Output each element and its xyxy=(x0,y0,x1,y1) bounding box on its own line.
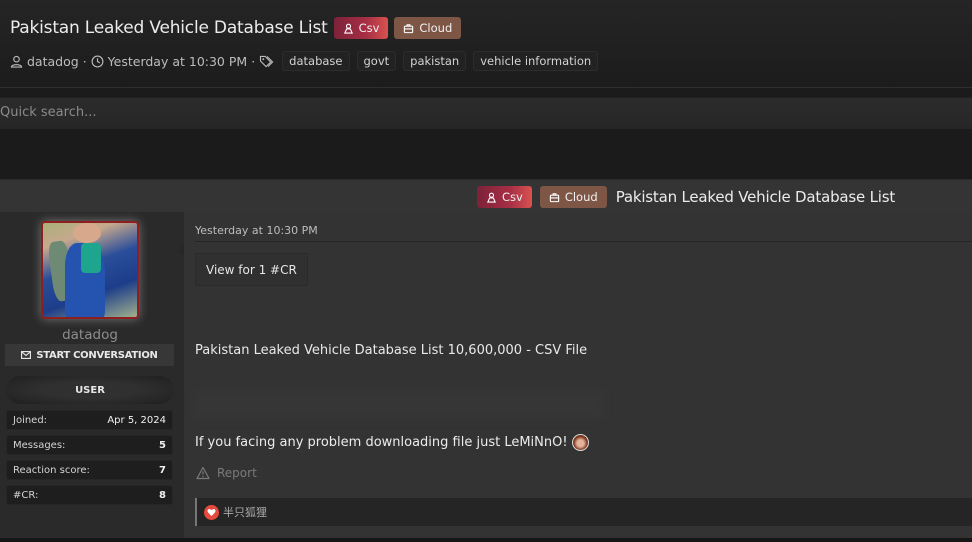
post-label-csv-text: Csv xyxy=(502,190,523,204)
post-label-csv[interactable]: Csv xyxy=(477,186,532,208)
footer-divider xyxy=(0,538,972,542)
briefcase-icon xyxy=(404,23,414,33)
clock-icon xyxy=(91,55,104,67)
label-cloud-text: Cloud xyxy=(419,21,453,35)
stat-reaction-score: Reaction score: 7 xyxy=(6,460,173,480)
tag-database[interactable]: database xyxy=(282,51,350,71)
post-label-cloud[interactable]: Cloud xyxy=(539,186,607,208)
username[interactable]: datadog xyxy=(0,327,180,343)
stat-joined: Joined: Apr 5, 2024 xyxy=(6,410,173,430)
stat-value[interactable]: 5 xyxy=(159,440,166,451)
divider xyxy=(195,241,972,242)
user-info-panel: datadog START CONVERSATION USER Joined: … xyxy=(0,212,184,538)
start-conversation-button[interactable]: START CONVERSATION xyxy=(5,344,174,366)
tag-vehicle-information[interactable]: vehicle information xyxy=(473,51,599,71)
heart-icon xyxy=(204,504,219,520)
tags-icon xyxy=(260,55,274,67)
report-link[interactable]: Report xyxy=(196,466,257,480)
warning-icon xyxy=(196,466,210,480)
quick-search-bar xyxy=(0,97,972,129)
post-text-line: Pakistan Leaked Vehicle Database List 10… xyxy=(195,343,588,358)
envelope-icon xyxy=(21,351,32,359)
thread-title-row: Pakistan Leaked Vehicle Database List Cs… xyxy=(10,17,462,39)
quick-search-input[interactable] xyxy=(0,98,972,129)
stat-value: 8 xyxy=(159,489,166,501)
label-cloud[interactable]: Cloud xyxy=(394,17,462,39)
stat-label: Messages: xyxy=(13,439,66,451)
user-title-badge: USER xyxy=(6,376,174,404)
stat-cr: #CR: 8 xyxy=(6,485,173,505)
stat-label: Joined: xyxy=(13,414,48,426)
user-secret-icon xyxy=(343,23,353,34)
briefcase-icon xyxy=(549,192,560,202)
post-header: Csv Cloud Pakistan Leaked Vehicle Databa… xyxy=(0,179,972,212)
view-for-cr-button[interactable]: View for 1 #CR xyxy=(195,253,308,286)
user-secret-icon xyxy=(486,192,497,203)
label-csv-text: Csv xyxy=(358,21,380,35)
separator: · xyxy=(82,53,87,69)
message-body: Yesterday at 10:30 PM View for 1 #CR Pak… xyxy=(178,212,972,538)
start-conversation-label: START CONVERSATION xyxy=(36,349,158,361)
smilie-icon xyxy=(571,434,589,451)
report-label: Report xyxy=(217,466,257,480)
post-date[interactable]: Yesterday at 10:30 PM xyxy=(195,224,318,237)
post-text-line: If you facing any problem downloading fi… xyxy=(195,434,589,451)
thread-title: Pakistan Leaked Vehicle Database List xyxy=(10,18,328,38)
stat-messages: Messages: 5 xyxy=(6,435,173,455)
post-title: Pakistan Leaked Vehicle Database List xyxy=(615,188,896,206)
tag-govt[interactable]: govt xyxy=(356,51,397,71)
label-csv[interactable]: Csv xyxy=(333,17,389,39)
message-arrow xyxy=(178,245,184,257)
stat-label: #CR: xyxy=(13,489,39,501)
reactions-bar[interactable]: 半只狐狸 xyxy=(195,498,972,526)
stat-value: 7 xyxy=(159,464,166,476)
user-icon xyxy=(10,55,23,68)
thread-author[interactable]: datadog xyxy=(27,54,79,69)
tag-pakistan[interactable]: pakistan xyxy=(403,51,467,71)
stat-value: Apr 5, 2024 xyxy=(107,414,166,426)
thread-meta: datadog · Yesterday at 10:30 PM · databa… xyxy=(10,51,599,71)
separator: · xyxy=(251,53,256,69)
blurred-content xyxy=(194,390,604,420)
thread-header: Pakistan Leaked Vehicle Database List Cs… xyxy=(0,0,972,88)
reaction-user[interactable]: 半只狐狸 xyxy=(223,504,267,520)
thread-date[interactable]: Yesterday at 10:30 PM xyxy=(108,54,248,69)
post-label-cloud-text: Cloud xyxy=(564,190,598,204)
avatar[interactable] xyxy=(41,221,139,319)
post-text: If you facing any problem downloading fi… xyxy=(195,435,568,450)
user-stats: Joined: Apr 5, 2024 Messages: 5 Reaction… xyxy=(6,410,173,510)
stat-label: Reaction score: xyxy=(13,464,90,476)
